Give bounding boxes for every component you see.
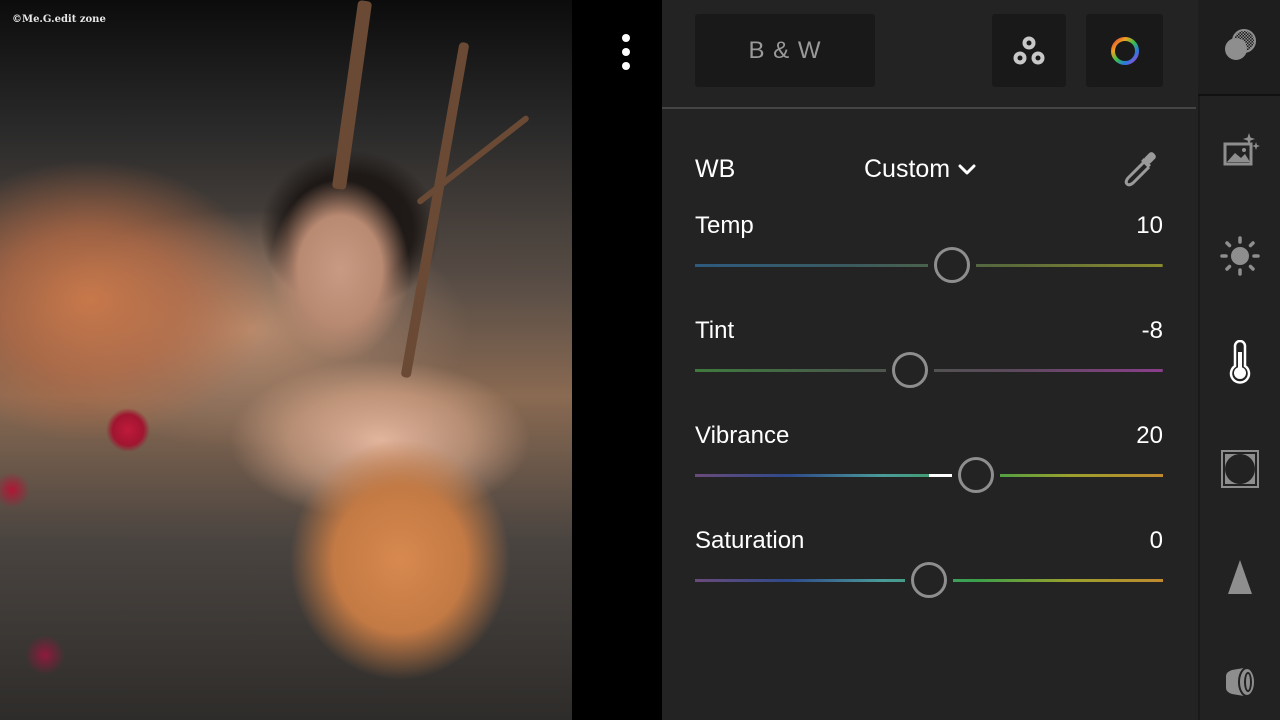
color-wheel-icon <box>1110 36 1139 65</box>
light-sun-icon <box>1220 236 1260 276</box>
slider-fill-indicator <box>929 474 952 477</box>
sidebar-item-optics[interactable] <box>1218 660 1262 704</box>
background-branch <box>400 41 470 379</box>
wb-label: WB <box>695 155 736 183</box>
slider-value[interactable]: 20 <box>1136 422 1163 450</box>
slider-track[interactable] <box>695 562 1163 598</box>
sidebar-item-effects[interactable] <box>1218 447 1262 491</box>
photo-preview[interactable]: ©Me.G.edit zone <box>0 0 572 720</box>
slider-track-right <box>934 369 1163 372</box>
more-vertical-icon <box>622 34 630 42</box>
chevron-down-icon <box>958 164 976 174</box>
lightroom-editor: ©Me.G.edit zone B & W WB Custom Temp 10 … <box>0 0 1280 720</box>
slider-thumb[interactable] <box>911 562 947 598</box>
color-mixer-icon <box>1013 36 1045 64</box>
detail-triangle-icon <box>1228 560 1252 594</box>
slider-label: Temp <box>695 212 754 239</box>
color-grading-button[interactable] <box>1086 14 1163 87</box>
slider-label: Vibrance <box>695 422 790 449</box>
slider-track-left <box>695 264 929 267</box>
wb-mode-value: Custom <box>864 155 951 183</box>
watermark: ©Me.G.edit zone <box>12 14 106 25</box>
slider-value[interactable]: -8 <box>1142 317 1163 345</box>
slider-value[interactable]: 10 <box>1136 212 1163 240</box>
slider-track-right <box>953 579 1163 582</box>
wb-eyedropper-button[interactable] <box>1120 148 1162 190</box>
slider-value[interactable]: 0 <box>1150 527 1163 555</box>
background-branch <box>415 114 531 206</box>
lens-optics-icon <box>1226 667 1256 697</box>
slider-track-right <box>976 264 1163 267</box>
slider-track-left <box>695 579 905 582</box>
slider-thumb[interactable] <box>892 352 929 388</box>
wb-mode-dropdown[interactable]: Custom <box>864 155 976 184</box>
slider-thumb[interactable] <box>957 457 994 493</box>
eyedropper-icon <box>1124 152 1156 187</box>
slider-track[interactable] <box>695 247 1163 283</box>
sidebar-item-color[interactable] <box>1218 340 1262 384</box>
more-vertical-icon-dot <box>622 48 630 56</box>
slider-track-left <box>695 474 952 477</box>
sidebar-item-light[interactable] <box>1218 234 1262 278</box>
slider-track-right <box>999 474 1163 477</box>
gutter <box>572 0 662 720</box>
auto-enhance-icon <box>1223 133 1260 166</box>
color-mixer-button[interactable] <box>992 14 1066 87</box>
sidebar-item-auto[interactable] <box>1218 128 1262 172</box>
panel-divider <box>662 107 1196 109</box>
sidebar-item-masking[interactable] <box>1218 24 1262 68</box>
thermometer-icon <box>1229 340 1251 384</box>
vignette-effects-icon <box>1221 450 1259 488</box>
more-options-button[interactable] <box>616 34 636 70</box>
background-branch <box>331 0 373 191</box>
bw-button[interactable]: B & W <box>695 14 875 87</box>
sidebar-item-detail[interactable] <box>1218 554 1262 598</box>
slider-label: Saturation <box>695 527 805 554</box>
slider-track[interactable] <box>695 352 1163 388</box>
masking-icon <box>1225 29 1256 60</box>
more-vertical-icon-dot <box>622 62 630 70</box>
slider-track[interactable] <box>695 457 1163 493</box>
slider-label: Tint <box>695 317 735 344</box>
slider-track-left <box>695 369 887 372</box>
